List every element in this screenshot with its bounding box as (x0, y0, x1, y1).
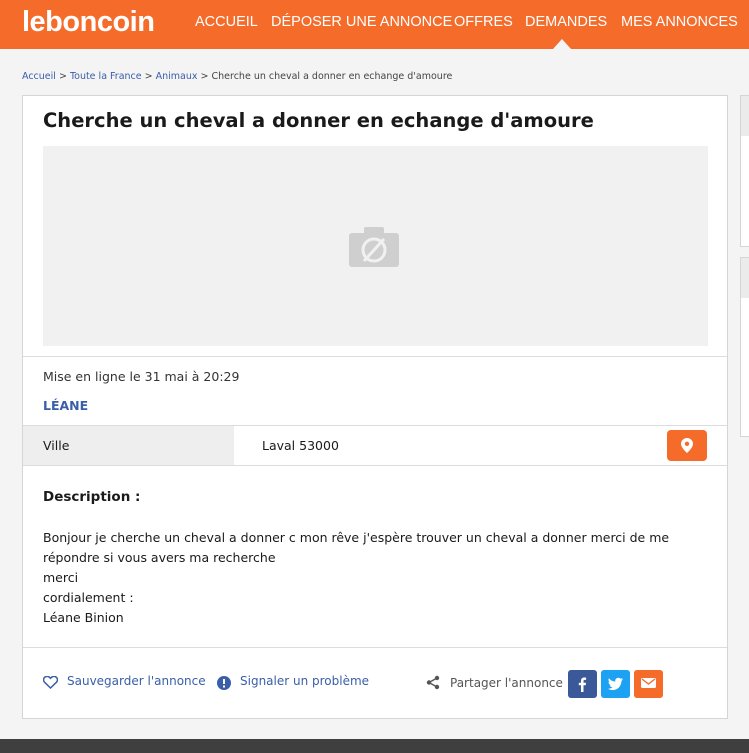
seller-name-link[interactable]: LÉANE (43, 398, 88, 413)
description-line: répondre si vous avers ma recherche (43, 550, 276, 565)
city-label-cell: Ville (23, 426, 234, 465)
city-value: Laval 53000 (262, 438, 339, 453)
breadcrumb-current: Cherche un cheval a donner en echange d'… (211, 71, 453, 82)
share-icon (426, 675, 440, 690)
description-heading: Description : (43, 489, 141, 505)
share-twitter-button[interactable] (601, 670, 630, 698)
section-divider (23, 356, 727, 357)
share-email-button[interactable] (634, 670, 663, 698)
nav-mes-annonces[interactable]: MES ANNONCES (621, 14, 738, 30)
top-navigation-bar: leboncoin ACCUEIL DÉPOSER UNE ANNONCE OF… (0, 0, 749, 49)
nav-deposer-annonce[interactable]: DÉPOSER UNE ANNONCE (271, 14, 452, 30)
breadcrumb-animaux[interactable]: Animaux (156, 71, 198, 82)
ad-title: Cherche un cheval a donner en echange d'… (43, 109, 594, 132)
nav-demandes[interactable]: DEMANDES (525, 14, 607, 30)
posted-date: Mise en ligne le 31 mai à 20:29 (43, 369, 240, 384)
save-ad-label: Sauvegarder l'annonce (67, 674, 206, 688)
side-panel (740, 257, 749, 437)
breadcrumb-separator: > (197, 71, 212, 82)
nav-offres[interactable]: OFFRES (454, 14, 513, 30)
section-divider (23, 647, 727, 648)
map-location-button[interactable] (667, 430, 707, 461)
share-facebook-button[interactable] (568, 670, 597, 698)
description-line: Léane Binion (43, 610, 124, 625)
breadcrumb-accueil[interactable]: Accueil (22, 71, 56, 82)
description-text: Bonjour je cherche un cheval a donner c … (43, 528, 683, 628)
twitter-icon (608, 677, 623, 691)
ad-photo-placeholder (43, 146, 708, 346)
city-label: Ville (43, 438, 70, 453)
breadcrumb-separator: > (141, 71, 156, 82)
breadcrumb-separator: > (55, 71, 70, 82)
report-problem-label: Signaler un problème (240, 674, 370, 688)
save-ad-button[interactable]: Sauvegarder l'annonce (43, 674, 206, 689)
heart-icon (43, 676, 58, 689)
description-line: cordialement : (43, 590, 134, 605)
side-panel-header (741, 258, 749, 298)
alert-icon (217, 676, 231, 690)
email-icon (641, 678, 656, 688)
report-problem-button[interactable]: Signaler un problème (217, 674, 370, 690)
page-footer (0, 739, 749, 753)
share-ad-label: Partager l'annonce (450, 676, 563, 690)
side-panel-header (741, 96, 749, 136)
no-photo-camera-icon (349, 227, 399, 267)
side-panel (740, 95, 749, 247)
breadcrumb-toute-la-france[interactable]: Toute la France (70, 71, 142, 82)
section-divider (23, 465, 727, 466)
map-pin-icon (681, 438, 693, 453)
description-line: merci (43, 570, 79, 585)
facebook-icon (578, 677, 587, 692)
ad-card: Cherche un cheval a donner en echange d'… (22, 95, 728, 719)
nav-accueil[interactable]: ACCUEIL (195, 14, 258, 30)
leboncoin-logo[interactable]: leboncoin (22, 6, 155, 39)
active-nav-indicator (553, 39, 571, 49)
description-line: Bonjour je cherche un cheval a donner c … (43, 530, 670, 545)
breadcrumb: Accueil > Toute la France > Animaux > Ch… (22, 71, 452, 82)
